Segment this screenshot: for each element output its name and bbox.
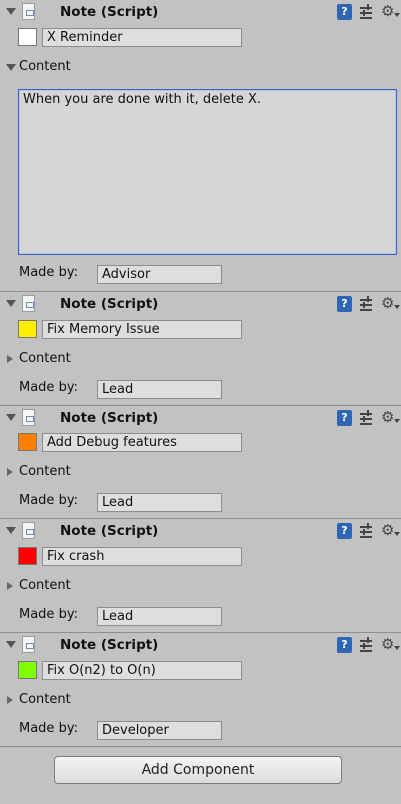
content-foldout-label: Content	[19, 692, 71, 707]
note-name-field[interactable]: Fix O(n2) to O(n)	[42, 661, 242, 680]
chevron-down-icon[interactable]	[394, 532, 400, 536]
gear-icon[interactable]: ⚙	[381, 635, 394, 653]
made-by-field[interactable]: Lead	[97, 380, 222, 399]
foldout-collapsed-arrow-icon[interactable]	[7, 468, 13, 476]
made-by-field[interactable]: Advisor	[97, 265, 222, 284]
component-title: Note (Script)	[60, 410, 159, 426]
foldout-collapsed-arrow-icon[interactable]	[7, 582, 13, 590]
inspector-panel: Note (Script) ? ⚙ X Reminder Content Whe…	[0, 0, 401, 804]
component-title: Note (Script)	[60, 296, 159, 312]
component-title: Note (Script)	[60, 4, 159, 20]
help-icon[interactable]: ?	[337, 410, 352, 426]
add-component-button[interactable]: Add Component	[54, 756, 342, 784]
made-by-field[interactable]: Lead	[97, 607, 222, 626]
note-color-swatch[interactable]	[18, 320, 37, 338]
gear-icon[interactable]: ⚙	[381, 521, 394, 539]
content-foldout-label: Content	[19, 351, 71, 366]
component-foldout-arrow-icon[interactable]	[6, 527, 16, 534]
script-icon	[22, 3, 35, 20]
component-header[interactable]: Note (Script) ? ⚙	[0, 519, 401, 545]
chevron-down-icon[interactable]	[394, 419, 400, 423]
gear-icon[interactable]: ⚙	[381, 294, 394, 312]
help-icon[interactable]: ?	[337, 637, 352, 653]
note-component: Note (Script) ? ⚙ Fix Memory Issue Conte…	[0, 292, 401, 406]
note-color-swatch[interactable]	[18, 661, 37, 679]
component-title: Note (Script)	[60, 523, 159, 539]
preset-icon[interactable]	[360, 637, 374, 653]
preset-icon[interactable]	[360, 296, 374, 312]
component-title: Note (Script)	[60, 637, 159, 653]
script-icon	[22, 636, 35, 653]
made-by-label: Made by:	[19, 607, 78, 622]
content-foldout-label: Content	[19, 59, 71, 74]
script-icon	[22, 295, 35, 312]
chevron-down-icon[interactable]	[394, 305, 400, 309]
preset-icon[interactable]	[360, 523, 374, 539]
gear-icon[interactable]: ⚙	[381, 408, 394, 426]
content-textarea[interactable]: When you are done with it, delete X.	[18, 89, 397, 255]
component-foldout-arrow-icon[interactable]	[6, 414, 16, 421]
component-foldout-arrow-icon[interactable]	[6, 300, 16, 307]
made-by-field[interactable]: Developer	[97, 721, 222, 740]
made-by-label: Made by:	[19, 721, 78, 736]
made-by-field[interactable]: Lead	[97, 493, 222, 512]
script-icon	[22, 409, 35, 426]
chevron-down-icon[interactable]	[394, 13, 400, 17]
note-component: Note (Script) ? ⚙ Add Debug features Con…	[0, 406, 401, 519]
made-by-label: Made by:	[19, 493, 78, 508]
foldout-collapsed-arrow-icon[interactable]	[7, 696, 13, 704]
note-color-swatch[interactable]	[18, 433, 37, 451]
help-icon[interactable]: ?	[337, 296, 352, 312]
note-color-swatch[interactable]	[18, 547, 37, 565]
component-foldout-arrow-icon[interactable]	[6, 8, 16, 15]
foldout-expanded-arrow-icon[interactable]	[6, 64, 16, 71]
note-component: Note (Script) ? ⚙ Fix crash Content Made…	[0, 519, 401, 633]
component-header[interactable]: Note (Script) ? ⚙	[0, 0, 401, 26]
preset-icon[interactable]	[360, 410, 374, 426]
note-color-swatch[interactable]	[18, 28, 37, 46]
content-foldout-label: Content	[19, 464, 71, 479]
note-name-field[interactable]: Fix Memory Issue	[42, 320, 242, 339]
note-name-field[interactable]: X Reminder	[42, 28, 242, 47]
component-header[interactable]: Note (Script) ? ⚙	[0, 633, 401, 659]
component-header[interactable]: Note (Script) ? ⚙	[0, 406, 401, 432]
component-header[interactable]: Note (Script) ? ⚙	[0, 292, 401, 318]
made-by-label: Made by:	[19, 380, 78, 395]
script-icon	[22, 522, 35, 539]
chevron-down-icon[interactable]	[394, 646, 400, 650]
help-icon[interactable]: ?	[337, 4, 352, 20]
component-foldout-arrow-icon[interactable]	[6, 641, 16, 648]
foldout-collapsed-arrow-icon[interactable]	[7, 355, 13, 363]
gear-icon[interactable]: ⚙	[381, 2, 394, 20]
help-icon[interactable]: ?	[337, 523, 352, 539]
note-component: Note (Script) ? ⚙ X Reminder Content Whe…	[0, 0, 401, 292]
made-by-label: Made by:	[19, 265, 78, 280]
preset-icon[interactable]	[360, 4, 374, 20]
note-name-field[interactable]: Fix crash	[42, 547, 242, 566]
note-name-field[interactable]: Add Debug features	[42, 433, 242, 452]
content-foldout-label: Content	[19, 578, 71, 593]
note-component: Note (Script) ? ⚙ Fix O(n2) to O(n) Cont…	[0, 633, 401, 747]
